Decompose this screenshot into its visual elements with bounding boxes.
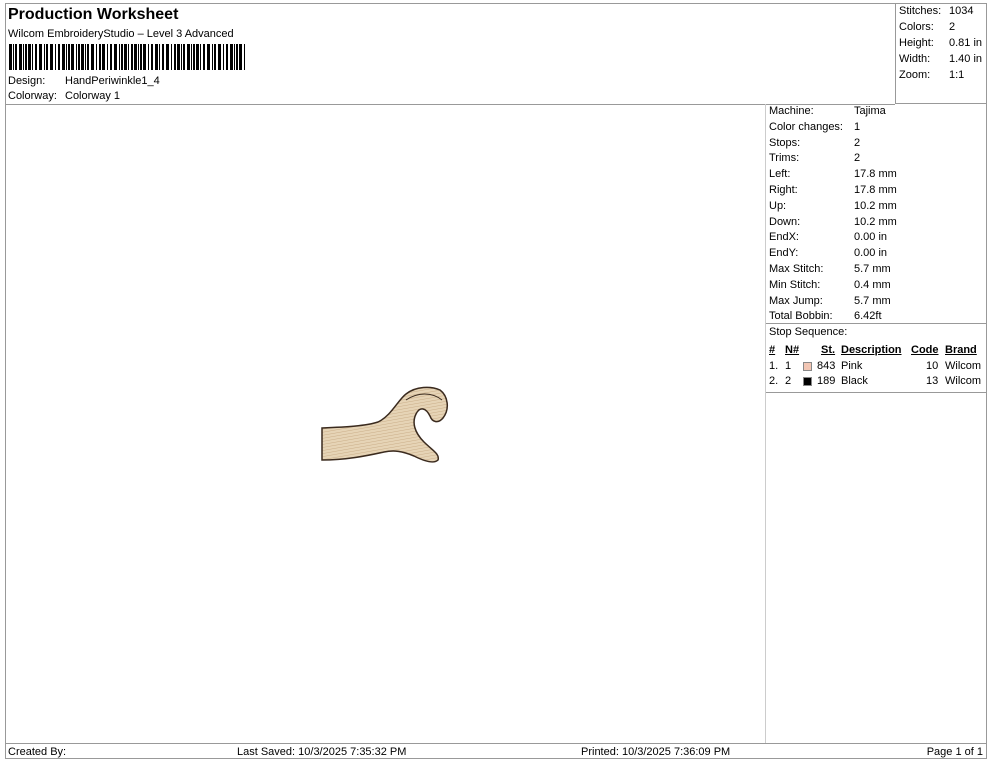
- color-code: 13: [926, 375, 939, 387]
- needle: 2: [785, 375, 792, 387]
- detail-row: Min Stitch: 0.4 mm: [769, 278, 891, 291]
- stat-label: Width:: [899, 53, 931, 65]
- page-title: Production Worksheet: [8, 6, 179, 23]
- colorway-label: Colorway:: [8, 90, 57, 102]
- detail-value: 10.2 mm: [854, 215, 897, 228]
- color-description: Black: [841, 375, 868, 387]
- detail-label: Max Stitch:: [769, 263, 824, 275]
- detail-row: Color changes: 1: [769, 120, 860, 133]
- design-row: Design: HandPeriwinkle1_4: [8, 75, 160, 87]
- detail-row: Up: 10.2 mm: [769, 199, 897, 212]
- detail-value: 17.8 mm: [854, 184, 897, 196]
- stat-row: Colors: 2: [899, 21, 955, 33]
- barcode: [9, 44, 245, 70]
- detail-value: 0.00 in: [854, 247, 888, 260]
- design-value: HandPeriwinkle1_4: [65, 75, 160, 87]
- detail-value: 5.7 mm: [854, 263, 891, 275]
- colorway-row: Colorway: Colorway 1: [8, 90, 120, 102]
- detail-row: Stops: 2: [769, 136, 860, 149]
- stat-value: 1034: [949, 5, 974, 17]
- stat-value: 1.40 in: [949, 53, 983, 65]
- stop-num: 2.: [769, 375, 779, 387]
- detail-label: Machine:: [769, 105, 814, 117]
- detail-row: Down: 10.2 mm: [769, 215, 897, 228]
- stop-sequence: Stop Sequence: # N# St. Description Code…: [766, 323, 987, 393]
- color-description: Pink: [841, 360, 863, 372]
- detail-value: 0.00 in: [854, 231, 888, 244]
- detail-row: Total Bobbin: 6.42ft: [769, 310, 882, 323]
- detail-label: Trims:: [769, 152, 800, 165]
- stat-row: Stitches: 1034: [899, 5, 973, 17]
- software-name: Wilcom EmbroideryStudio – Level 3 Advanc…: [8, 28, 234, 40]
- col-needle: N#: [785, 344, 800, 356]
- details-panel: Machine: Tajima Color changes: 1 Stops: 2 Trim…: [765, 104, 987, 743]
- last-saved: Last Saved: 10/3/2025 7:35:32 PM: [237, 746, 407, 758]
- created-by: Created By:: [8, 746, 67, 758]
- hand-shape: [321, 386, 448, 463]
- detail-value: 2: [854, 152, 861, 165]
- stop-sequence-title: Stop Sequence:: [769, 326, 848, 338]
- needle: 1: [785, 360, 792, 372]
- col-stitches: St.: [821, 344, 836, 356]
- embroidery-design: [321, 386, 448, 463]
- col-code: Code: [911, 344, 939, 356]
- col-description: Description: [841, 344, 902, 356]
- detail-row: Max Stitch: 5.7 mm: [769, 263, 891, 275]
- detail-value: 17.8 mm: [854, 168, 897, 181]
- detail-label: Left:: [769, 168, 791, 181]
- detail-value: Tajima: [854, 105, 886, 117]
- detail-value: 5.7 mm: [854, 294, 891, 307]
- detail-value: 6.42ft: [854, 310, 882, 323]
- detail-label: EndY:: [769, 247, 799, 260]
- detail-value: 10.2 mm: [854, 199, 897, 212]
- stat-value: 1:1: [949, 69, 965, 81]
- color-swatch: [803, 377, 812, 386]
- detail-value: 1: [854, 120, 861, 133]
- stat-row: Height: 0.81 in: [899, 37, 982, 49]
- page-number: Page 1 of 1: [926, 746, 983, 758]
- detail-label: Max Jump:: [769, 294, 823, 307]
- stats-box: Stitches: 1034 Colors: 2 Height: 0.81 in Width…: [895, 3, 987, 104]
- detail-label: Right:: [769, 184, 798, 196]
- detail-label: Total Bobbin:: [769, 310, 833, 323]
- detail-value: 0.4 mm: [854, 278, 891, 291]
- stat-row: Width: 1.40 in: [899, 53, 982, 65]
- stat-value: 0.81 in: [949, 37, 983, 49]
- detail-label: Down:: [769, 215, 801, 228]
- detail-row: Left: 17.8 mm: [769, 168, 897, 181]
- stop-num: 1.: [769, 360, 779, 372]
- col-brand: Brand: [945, 344, 977, 356]
- col-num: #: [769, 344, 776, 356]
- color-code: 10: [926, 360, 939, 372]
- detail-label: Up:: [769, 199, 787, 212]
- stat-value: 2: [949, 21, 956, 33]
- color-brand: Wilcom: [945, 360, 982, 372]
- stitch-count: 189: [817, 375, 836, 387]
- detail-value: 2: [854, 136, 861, 149]
- color-swatch: [803, 362, 812, 371]
- detail-row: Right: 17.8 mm: [769, 184, 897, 196]
- design-label: Design:: [8, 75, 46, 87]
- footer: Created By: Last Saved: 10/3/2025 7:35:3…: [5, 743, 987, 760]
- stat-label: Height:: [899, 37, 934, 49]
- detail-row: Max Jump: 5.7 mm: [769, 294, 891, 307]
- colorway-value: Colorway 1: [65, 90, 121, 102]
- header: Production Worksheet Wilcom EmbroiderySt…: [5, 3, 895, 105]
- detail-row: Trims: 2: [769, 152, 860, 165]
- detail-label: Stops:: [769, 136, 801, 149]
- detail-label: Min Stitch:: [769, 278, 821, 291]
- stitch-count: 843: [817, 360, 836, 372]
- detail-row: EndY: 0.00 in: [769, 247, 887, 260]
- color-brand: Wilcom: [945, 375, 982, 387]
- detail-row: EndX: 0.00 in: [769, 231, 887, 244]
- stat-label: Zoom:: [899, 69, 931, 81]
- stat-row: Zoom: 1:1: [899, 69, 964, 81]
- stat-label: Stitches:: [899, 5, 942, 17]
- detail-label: EndX:: [769, 231, 799, 244]
- design-canvas: [6, 104, 764, 742]
- detail-label: Color changes:: [769, 120, 843, 133]
- detail-row: Machine: Tajima: [769, 105, 886, 117]
- stat-label: Colors:: [899, 21, 934, 33]
- printed-date: Printed: 10/3/2025 7:36:09 PM: [581, 746, 731, 758]
